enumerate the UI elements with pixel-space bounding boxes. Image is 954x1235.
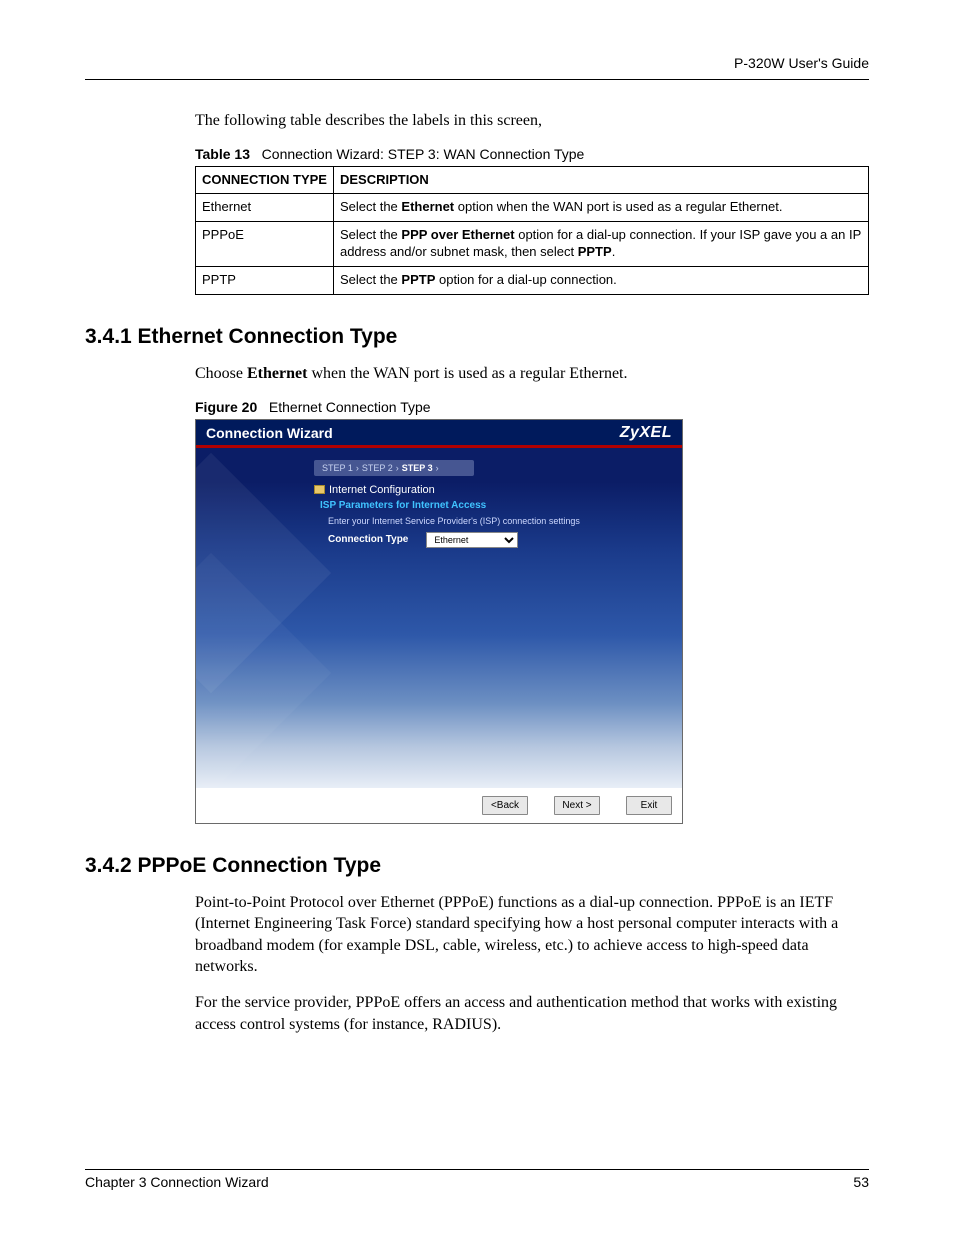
figure-title: Ethernet Connection Type bbox=[269, 399, 431, 415]
wizard-body: STEP 1›STEP 2›STEP 3› Internet Configura… bbox=[196, 448, 682, 788]
step-breadcrumb: STEP 1›STEP 2›STEP 3› bbox=[314, 460, 474, 476]
table-row: PPPoE Select the PPP over Ethernet optio… bbox=[196, 222, 869, 267]
table-caption: Table 13 Connection Wizard: STEP 3: WAN … bbox=[195, 146, 869, 162]
section-341-body: Choose Ethernet when the WAN port is use… bbox=[195, 363, 869, 385]
figure-caption: Figure 20 Ethernet Connection Type bbox=[195, 399, 869, 415]
intro-paragraph: The following table describes the labels… bbox=[195, 110, 869, 132]
step-2: STEP 2 bbox=[362, 463, 393, 473]
section-342-p2: For the service provider, PPPoE offers a… bbox=[195, 992, 869, 1035]
heading-341: 3.4.1 Ethernet Connection Type bbox=[85, 325, 869, 349]
heading-342: 3.4.2 PPPoE Connection Type bbox=[85, 854, 869, 878]
section-342-p1: Point-to-Point Protocol over Ethernet (P… bbox=[195, 892, 869, 978]
header-rule bbox=[85, 79, 869, 80]
section-title: Internet Configuration bbox=[329, 484, 435, 496]
cell-desc: Select the PPP over Ethernet option for … bbox=[333, 222, 868, 267]
cell-desc: Select the Ethernet option when the WAN … bbox=[333, 194, 868, 222]
footer-chapter: Chapter 3 Connection Wizard bbox=[85, 1174, 269, 1190]
col-header-type: CONNECTION TYPE bbox=[196, 166, 334, 194]
figure-label: Figure 20 bbox=[195, 399, 257, 415]
hint-text: Enter your Internet Service Provider's (… bbox=[328, 516, 670, 526]
wizard-window: Connection Wizard ZyXEL STEP 1›STEP 2›ST… bbox=[195, 419, 683, 824]
col-header-desc: DESCRIPTION bbox=[333, 166, 868, 194]
connection-type-select[interactable]: Ethernet bbox=[426, 532, 518, 548]
next-button[interactable]: Next > bbox=[554, 796, 600, 815]
cell-type: Ethernet bbox=[196, 194, 334, 222]
folder-icon bbox=[314, 485, 325, 494]
table-row: PPTP Select the PPTP option for a dial-u… bbox=[196, 267, 869, 295]
cell-desc: Select the PPTP option for a dial-up con… bbox=[333, 267, 868, 295]
brand-logo: ZyXEL bbox=[620, 424, 672, 442]
running-header: P-320W User's Guide bbox=[85, 55, 869, 71]
footer-page-number: 53 bbox=[853, 1174, 869, 1190]
back-button[interactable]: <Back bbox=[482, 796, 528, 815]
footer-rule bbox=[85, 1169, 869, 1170]
table-row: Ethernet Select the Ethernet option when… bbox=[196, 194, 869, 222]
table-header-row: CONNECTION TYPE DESCRIPTION bbox=[196, 166, 869, 194]
wizard-title: Connection Wizard bbox=[206, 425, 333, 441]
table-title: Connection Wizard: STEP 3: WAN Connectio… bbox=[262, 146, 585, 162]
wizard-footer: <Back Next > Exit bbox=[196, 788, 682, 823]
wizard-title-bar: Connection Wizard ZyXEL bbox=[196, 420, 682, 445]
step-1: STEP 1 bbox=[322, 463, 353, 473]
cell-type: PPTP bbox=[196, 267, 334, 295]
cell-type: PPPoE bbox=[196, 222, 334, 267]
connection-type-table: CONNECTION TYPE DESCRIPTION Ethernet Sel… bbox=[195, 166, 869, 295]
connection-type-label: Connection Type bbox=[328, 534, 408, 545]
step-3: STEP 3 bbox=[402, 463, 433, 473]
exit-button[interactable]: Exit bbox=[626, 796, 672, 815]
subsection-title: ISP Parameters for Internet Access bbox=[320, 500, 670, 511]
table-label: Table 13 bbox=[195, 146, 250, 162]
